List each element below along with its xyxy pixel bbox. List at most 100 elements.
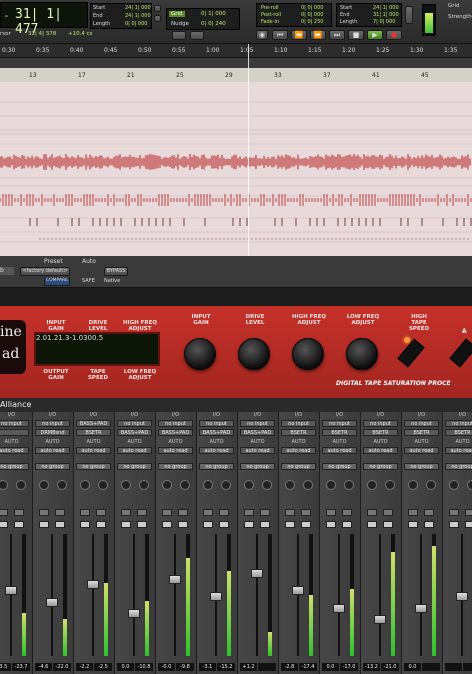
output-selector[interactable]: BSETR <box>445 429 472 436</box>
mute-button[interactable] <box>301 521 311 528</box>
mute-button[interactable] <box>14 521 24 528</box>
automation-mode-selector[interactable]: auto read <box>0 447 29 454</box>
nudge-value[interactable]: 0| 0| 240 <box>201 21 226 27</box>
pan-knob[interactable] <box>39 480 49 490</box>
group-selector[interactable]: no group <box>199 463 234 470</box>
solo-button[interactable] <box>39 521 49 528</box>
input-selector[interactable]: no input <box>158 420 193 427</box>
mute-button[interactable] <box>219 521 229 528</box>
group-selector[interactable]: no group <box>117 463 152 470</box>
record-enable-button[interactable] <box>203 509 213 516</box>
go-to-end-button[interactable]: ⏭ <box>329 30 345 40</box>
group-selector[interactable]: no group <box>0 463 29 470</box>
pan-knob[interactable] <box>180 480 190 490</box>
group-selector[interactable]: no group <box>35 463 70 470</box>
output-selector[interactable]: BASS+PAD <box>199 429 234 436</box>
volume-fader[interactable] <box>456 592 468 601</box>
pan-knob[interactable] <box>0 480 8 490</box>
automation-mode-selector[interactable]: auto read <box>158 447 193 454</box>
solo-button[interactable] <box>367 521 377 528</box>
automation-mode-selector[interactable]: auto read <box>117 447 152 454</box>
mute-button[interactable] <box>465 521 472 528</box>
output-selector[interactable]: BASS+PAD <box>240 429 275 436</box>
pan-knob[interactable] <box>57 480 67 490</box>
group-selector[interactable]: no group <box>281 463 316 470</box>
automation-mode-selector[interactable]: auto read <box>445 447 472 454</box>
start-value[interactable]: 24| 1| 000 <box>125 5 151 11</box>
mute-button[interactable] <box>424 521 434 528</box>
input-monitor-button[interactable] <box>55 509 65 516</box>
volume-readout[interactable]: -2.2 <box>76 663 93 671</box>
automation-mode-selector[interactable]: auto read <box>404 447 439 454</box>
stop-button[interactable]: ■ <box>348 30 364 40</box>
low-freq-adjust-knob[interactable] <box>346 338 378 370</box>
output-selector[interactable]: BSETR <box>76 429 111 436</box>
group-selector[interactable]: no group <box>404 463 439 470</box>
drive-level-knob[interactable] <box>238 338 270 370</box>
input-monitor-button[interactable] <box>260 509 270 516</box>
volume-fader[interactable] <box>374 615 386 625</box>
timecode-ruler[interactable]: 0:30 0:35 0:40 0:45 0:50 0:55 1:00 1:05 1:10 1:15… <box>0 44 472 58</box>
pan-knob[interactable] <box>16 480 26 490</box>
solo-button[interactable] <box>285 521 295 528</box>
plugin-track-selector[interactable]: b <box>0 267 14 275</box>
group-selector[interactable]: no group <box>445 463 472 470</box>
compare-button[interactable]: COMPARE <box>44 277 70 286</box>
automation-mode-selector[interactable]: auto read <box>199 447 234 454</box>
volume-readout[interactable]: -13.2 <box>363 663 380 671</box>
pan-knob[interactable] <box>326 480 336 490</box>
input-monitor-button[interactable] <box>342 509 352 516</box>
record-enable-button[interactable] <box>408 509 418 516</box>
volume-fader[interactable] <box>5 586 17 596</box>
input-monitor-button[interactable] <box>14 509 24 516</box>
return-to-zero-button[interactable]: ⏮ <box>272 30 288 40</box>
pan-knob[interactable] <box>262 480 272 490</box>
midi-merge-icon[interactable] <box>405 6 413 24</box>
volume-readout[interactable]: 0.0 <box>404 663 421 671</box>
pan-knob[interactable] <box>221 480 231 490</box>
input-selector[interactable]: no input <box>445 420 472 427</box>
volume-fader[interactable] <box>87 580 99 590</box>
input-selector[interactable]: no input <box>35 420 70 427</box>
group-selector[interactable]: no group <box>240 463 275 470</box>
input-selector[interactable]: no input <box>0 420 29 427</box>
volume-readout[interactable] <box>445 663 462 671</box>
volume-fader[interactable] <box>210 592 222 601</box>
automation-mode-selector[interactable]: auto read <box>240 447 275 454</box>
start2-value[interactable]: 24| 1| 000 <box>373 5 399 11</box>
mute-button[interactable] <box>383 521 393 528</box>
solo-button[interactable] <box>80 521 90 528</box>
input-selector[interactable]: no input <box>199 420 234 427</box>
pan-knob[interactable] <box>139 480 149 490</box>
volume-readout[interactable]: 0.0 <box>117 663 134 671</box>
pan-knob[interactable] <box>467 480 472 490</box>
automation-mode-selector[interactable]: auto read <box>35 447 70 454</box>
length-value[interactable]: 0| 0| 000 <box>125 21 147 27</box>
solo-button[interactable] <box>408 521 418 528</box>
record-enable-button[interactable] <box>326 509 336 516</box>
fast-forward-button[interactable]: ⏩ <box>310 30 326 40</box>
record-enable-button[interactable] <box>367 509 377 516</box>
solo-button[interactable] <box>162 521 172 528</box>
group-selector[interactable]: no group <box>76 463 111 470</box>
volume-fader[interactable] <box>292 586 304 596</box>
pan-knob[interactable] <box>80 480 90 490</box>
group-selector[interactable]: no group <box>322 463 357 470</box>
volume-readout[interactable]: -3.5 <box>0 663 11 671</box>
postroll-value[interactable]: 0| 0| 000 <box>301 12 323 18</box>
volume-fader[interactable] <box>415 603 427 613</box>
output-selector[interactable]: BSETR <box>363 429 398 436</box>
output-selector[interactable]: BASS+PAD <box>158 429 193 436</box>
input-monitor-button[interactable] <box>383 509 393 516</box>
pan-knob[interactable] <box>285 480 295 490</box>
pan-knob[interactable] <box>449 480 459 490</box>
input-selector[interactable]: no input <box>363 420 398 427</box>
output-selector[interactable] <box>0 429 29 436</box>
input-monitor-button[interactable] <box>301 509 311 516</box>
pan-knob[interactable] <box>385 480 395 490</box>
preset-dropdown[interactable]: <factory default> <box>20 267 70 276</box>
output-selector[interactable]: BASS+PAD <box>117 429 152 436</box>
end-value[interactable]: 24| 1| 000 <box>125 13 151 19</box>
automation-mode-selector[interactable]: auto read <box>281 447 316 454</box>
input-monitor-button[interactable] <box>424 509 434 516</box>
